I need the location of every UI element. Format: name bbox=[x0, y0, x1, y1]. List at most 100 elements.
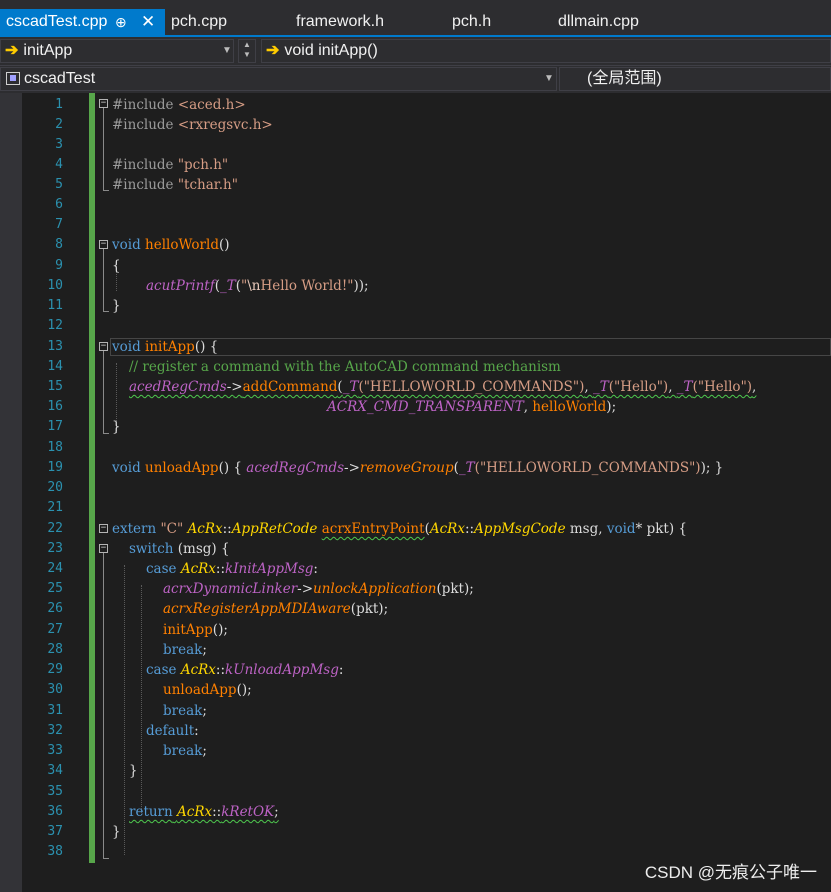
line-number: 30 bbox=[47, 682, 63, 697]
code-editor[interactable]: 1 2 3 4 5 6 7 8 9 10 11 12 13 14 15 16 1… bbox=[0, 93, 831, 892]
project-dropdown[interactable]: cscadTest ▼ bbox=[0, 67, 557, 91]
line-number: 12 bbox=[47, 318, 63, 333]
line-number: 37 bbox=[47, 824, 63, 839]
code-line: return AcRx::kRetOK; bbox=[129, 802, 279, 822]
function-dropdown[interactable]: ➔ void initApp() bbox=[261, 39, 831, 63]
token-punct: () { bbox=[218, 460, 247, 476]
code-line: initApp(); bbox=[163, 620, 228, 640]
code-line: acedRegCmds->addCommand(_T("HELLOWORLD_C… bbox=[129, 377, 756, 397]
tab-pch-h[interactable]: pch.h bbox=[452, 9, 491, 35]
code-line: #include "tchar.h" bbox=[112, 175, 238, 195]
token-punct: () { bbox=[194, 339, 219, 355]
line-number: 18 bbox=[47, 440, 63, 455]
code-line: break; bbox=[163, 741, 207, 761]
token-keyword: break bbox=[163, 703, 203, 719]
code-line: } bbox=[112, 296, 121, 316]
member-dropdown[interactable]: ➔ initApp ▼ bbox=[0, 39, 234, 63]
tab-pch-cpp[interactable]: pch.cpp bbox=[171, 9, 227, 35]
line-number: 3 bbox=[55, 137, 63, 152]
fold-guide bbox=[103, 249, 104, 311]
fold-icon[interactable]: − bbox=[99, 342, 108, 351]
code-line: void unloadApp() { acedRegCmds->removeGr… bbox=[112, 458, 723, 478]
scope-dropdown[interactable]: (全局范围) bbox=[559, 67, 831, 91]
token-include-path: "pch.h" bbox=[173, 157, 229, 173]
code-line: case AcRx::kInitAppMsg: bbox=[146, 559, 318, 579]
line-number: 7 bbox=[55, 217, 63, 232]
token-punct: () bbox=[218, 237, 230, 253]
token-function: helloWorld bbox=[145, 237, 219, 253]
token-punct: } bbox=[112, 419, 121, 435]
token-function: initApp bbox=[145, 339, 195, 355]
tab-label: cscadTest.cpp bbox=[6, 13, 108, 30]
fold-guide-end bbox=[103, 311, 109, 312]
line-number: 35 bbox=[47, 784, 63, 799]
code-line: acrxDynamicLinker->unlockApplication(pkt… bbox=[163, 579, 474, 599]
project-navigation-bar: cscadTest ▼ (全局范围) bbox=[0, 65, 831, 93]
token-keyword: break bbox=[163, 642, 203, 658]
line-number: 13 bbox=[47, 339, 63, 354]
code-line: void initApp() { bbox=[112, 337, 218, 357]
fold-icon[interactable]: − bbox=[99, 99, 108, 108]
code-line: void helloWorld() bbox=[112, 235, 230, 255]
line-number: 9 bbox=[55, 258, 63, 273]
squiggle-region: acedRegCmds->addCommand(_T("HELLOWORLD_C… bbox=[129, 379, 756, 395]
member-navigation-bar: ➔ initApp ▼ ▲ ▼ ➔ void initApp() bbox=[0, 37, 831, 65]
token-punct: : bbox=[313, 561, 318, 577]
tab-dllmain-cpp[interactable]: dllmain.cpp bbox=[558, 9, 639, 35]
code-line: // register a command with the AutoCAD c… bbox=[129, 357, 561, 377]
line-number: 24 bbox=[47, 561, 63, 576]
token-macro: _T bbox=[219, 278, 236, 294]
token-macro: acutPrintf bbox=[146, 278, 215, 294]
fold-icon[interactable]: − bbox=[99, 524, 108, 533]
member-dropdown-value: initApp bbox=[23, 42, 73, 59]
fold-icon[interactable]: − bbox=[99, 240, 108, 249]
fold-icon[interactable]: − bbox=[99, 544, 108, 553]
token-punct: )); bbox=[353, 278, 369, 294]
token-keyword: extern bbox=[112, 521, 157, 537]
line-number: 38 bbox=[47, 844, 63, 859]
split-spinner[interactable]: ▲ ▼ bbox=[238, 39, 256, 63]
token-punct: (msg) { bbox=[173, 541, 230, 557]
token-function: removeGroup bbox=[359, 460, 454, 476]
token-keyword: break bbox=[163, 743, 203, 759]
tab-cscadtest-cpp[interactable]: cscadTest.cpp ⊕ ✕ bbox=[0, 9, 165, 35]
chevron-down-icon[interactable]: ▼ bbox=[544, 68, 554, 90]
token-punct: -> bbox=[226, 379, 243, 395]
token-keyword: void bbox=[112, 339, 141, 355]
line-number: 8 bbox=[55, 237, 63, 252]
close-icon[interactable]: ✕ bbox=[141, 9, 155, 35]
token-global: acrxDynamicLinker bbox=[163, 581, 298, 597]
token-punct: :: bbox=[215, 561, 226, 577]
token-keyword: case bbox=[146, 561, 177, 577]
token-punct: , bbox=[668, 379, 677, 395]
code-line: #include <aced.h> bbox=[112, 95, 246, 115]
project-icon bbox=[6, 72, 20, 85]
token-type: AppMsgCode bbox=[474, 521, 566, 537]
token-punct: -> bbox=[297, 581, 314, 597]
watermark: CSDN @无痕公子唯一 bbox=[644, 863, 817, 882]
token-namespace: AcRx bbox=[180, 561, 216, 577]
token-punct: -> bbox=[344, 460, 360, 476]
tab-label: pch.h bbox=[452, 13, 492, 30]
token-keyword: void bbox=[606, 521, 636, 537]
token-keyword: switch bbox=[129, 541, 174, 557]
token-string: ("HELLOWORLD_COMMANDS") bbox=[358, 379, 585, 395]
code-line: } bbox=[112, 417, 121, 437]
fold-guide-end bbox=[103, 433, 109, 434]
indicator-margin bbox=[0, 93, 22, 892]
token-namespace: AcRx bbox=[180, 662, 216, 678]
token-string: ("Hello") bbox=[692, 379, 753, 395]
token-enum: kInitAppMsg bbox=[225, 561, 314, 577]
token-include-path: "tchar.h" bbox=[173, 177, 238, 193]
tab-framework-h[interactable]: framework.h bbox=[296, 9, 384, 35]
token-keyword: case bbox=[146, 662, 177, 678]
token-punct: (pkt); bbox=[350, 601, 389, 617]
line-number: 2 bbox=[55, 117, 63, 132]
token-comment: // register a command with the AutoCAD c… bbox=[129, 359, 561, 375]
chevron-down-icon[interactable]: ▼ bbox=[222, 40, 232, 62]
line-number: 26 bbox=[47, 601, 63, 616]
line-number: 16 bbox=[47, 399, 63, 414]
pin-icon[interactable]: ⊕ bbox=[115, 9, 127, 35]
scope-dropdown-value: (全局范围) bbox=[587, 70, 662, 87]
token-function: addCommand bbox=[242, 379, 338, 395]
